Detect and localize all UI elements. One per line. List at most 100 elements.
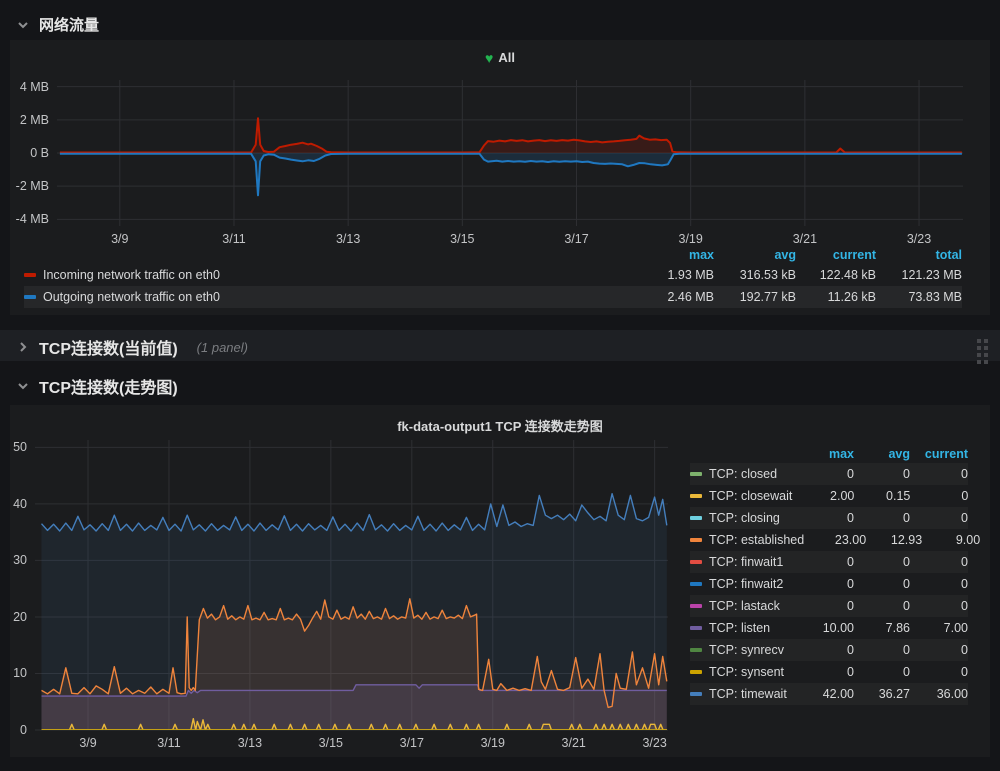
legend-stat-value: 0 [910, 577, 968, 591]
legend-row: TCP: finwait2000 [690, 573, 968, 595]
x-axis-tick-label: 3/17 [400, 736, 424, 750]
chevron-down-icon[interactable] [16, 18, 30, 32]
series-color-icon[interactable] [690, 516, 702, 520]
y-axis-tick-label: 4 MB [20, 80, 49, 94]
x-axis-tick-label: 3/15 [319, 736, 343, 750]
series-name: TCP: lastack [709, 599, 780, 613]
series-color-icon[interactable] [690, 472, 702, 476]
series-color-icon[interactable] [690, 494, 702, 498]
row-strip-tcp-current[interactable]: TCP连接数(当前值) (1 panel) [0, 330, 1000, 361]
legend-stat-value: 36.00 [910, 687, 968, 701]
legend-series-label[interactable]: TCP: synrecv [690, 643, 792, 657]
legend-series-label[interactable]: Outgoing network traffic on eth0 [24, 290, 614, 304]
legend-series-label[interactable]: TCP: synsent [690, 665, 792, 679]
x-axis-tick-label: 3/13 [336, 232, 360, 246]
row-header-tcp-current[interactable]: TCP连接数(当前值) (1 panel) [16, 335, 248, 359]
legend-series-label[interactable]: TCP: listen [690, 621, 792, 635]
legend-series-label[interactable]: TCP: established [690, 533, 804, 547]
series-color-icon[interactable] [690, 560, 702, 564]
series-fill [60, 118, 962, 153]
legend-sort-header[interactable]: max [792, 447, 854, 461]
legend-row: Incoming network traffic on eth0 1.93 MB3… [24, 264, 962, 286]
legend-sort-header[interactable]: max [614, 248, 714, 262]
legend-stat-value: 0 [910, 643, 968, 657]
x-axis-tick-label: 3/15 [450, 232, 474, 246]
legend-stat-value: 0 [854, 511, 910, 525]
x-axis-tick-label: 3/23 [642, 736, 666, 750]
series-color-icon[interactable] [690, 648, 702, 652]
legend-series-label[interactable]: TCP: closed [690, 467, 792, 481]
x-axis-tick-label: 3/21 [562, 736, 586, 750]
legend-series-label[interactable]: TCP: closewait [690, 489, 792, 503]
legend-stat-value: 0 [910, 665, 968, 679]
legend-stat-value: 1.93 MB [614, 268, 714, 282]
legend-stat-value: 0 [792, 665, 854, 679]
legend-stat-value: 316.53 kB [714, 268, 796, 282]
x-axis-tick-label: 3/19 [481, 736, 505, 750]
legend-sort-header[interactable]: current [796, 248, 876, 262]
legend-series-label[interactable]: TCP: lastack [690, 599, 792, 613]
series-color-icon[interactable] [690, 670, 702, 674]
row-header-network[interactable]: 网络流量 [16, 14, 99, 35]
legend-stat-value: 0 [854, 555, 910, 569]
legend-stat-value: 0 [792, 511, 854, 525]
row-header-tcp-trend[interactable]: TCP连接数(走势图) [16, 374, 178, 398]
series-color-icon[interactable] [24, 273, 36, 277]
legend-row: TCP: synrecv000 [690, 639, 968, 661]
legend-series-label[interactable]: TCP: finwait2 [690, 577, 792, 591]
legend-stat-value: 121.23 MB [876, 268, 962, 282]
series-name: TCP: closed [709, 467, 777, 481]
legend-stat-value: 0 [910, 489, 968, 503]
legend-stat-value: 0 [854, 599, 910, 613]
legend-stat-value: 0 [854, 665, 910, 679]
series-name: TCP: synsent [709, 665, 784, 679]
legend-sort-header[interactable]: current [910, 447, 968, 461]
chevron-right-icon[interactable] [16, 340, 30, 354]
x-axis-tick-label: 3/9 [79, 736, 96, 750]
legend-sort-header[interactable]: avg [714, 248, 796, 262]
tcp-legend-table: maxavgcurrentTCP: closed000TCP: closewai… [690, 445, 968, 705]
series-name: Incoming network traffic on eth0 [43, 268, 220, 282]
legend-stat-value: 0 [792, 555, 854, 569]
legend-series-label[interactable]: TCP: timewait [690, 687, 792, 701]
legend-stat-value: 36.27 [854, 687, 910, 701]
series-color-icon[interactable] [690, 604, 702, 608]
series-name: TCP: synrecv [709, 643, 784, 657]
series-name: TCP: closewait [709, 489, 792, 503]
legend-series-label[interactable]: Incoming network traffic on eth0 [24, 268, 614, 282]
series-color-icon[interactable] [690, 626, 702, 630]
legend-stat-value: 11.26 kB [796, 290, 876, 304]
x-axis-tick-label: 3/19 [679, 232, 703, 246]
row-drag-handle[interactable] [977, 339, 988, 364]
x-axis-tick-label: 3/23 [907, 232, 931, 246]
series-name: TCP: timewait [709, 687, 787, 701]
row-title: 网络流量 [39, 14, 99, 35]
legend-series-label[interactable]: TCP: closing [690, 511, 792, 525]
legend-row: TCP: closing000 [690, 507, 968, 529]
legend-stat-value: 12.93 [866, 533, 922, 547]
legend-stat-value: 2.00 [792, 489, 854, 503]
series-color-icon[interactable] [690, 582, 702, 586]
series-color-icon[interactable] [24, 295, 36, 299]
legend-stat-value: 0 [910, 599, 968, 613]
chevron-down-icon[interactable] [16, 379, 30, 393]
legend-sort-header[interactable]: total [876, 248, 962, 262]
legend-stat-value: 122.48 kB [796, 268, 876, 282]
legend-series-label[interactable]: TCP: finwait1 [690, 555, 792, 569]
y-axis-tick-label: 30 [13, 553, 27, 567]
series-name: TCP: closing [709, 511, 780, 525]
legend-stat-value: 7.00 [910, 621, 968, 635]
legend-row: TCP: lastack000 [690, 595, 968, 617]
legend-stat-value: 7.86 [854, 621, 910, 635]
y-axis-tick-label: 10 [13, 666, 27, 680]
series-color-icon[interactable] [690, 538, 702, 542]
series-color-icon[interactable] [690, 692, 702, 696]
legend-sort-header[interactable]: avg [854, 447, 910, 461]
legend-stat-value: 0 [792, 643, 854, 657]
x-axis-tick-label: 3/13 [238, 736, 262, 750]
y-axis-tick-label: -4 MB [16, 212, 49, 226]
x-axis-tick-label: 3/21 [793, 232, 817, 246]
x-axis-tick-label: 3/17 [564, 232, 588, 246]
y-axis-tick-label: 2 MB [20, 113, 49, 127]
legend-stat-value: 0 [792, 467, 854, 481]
